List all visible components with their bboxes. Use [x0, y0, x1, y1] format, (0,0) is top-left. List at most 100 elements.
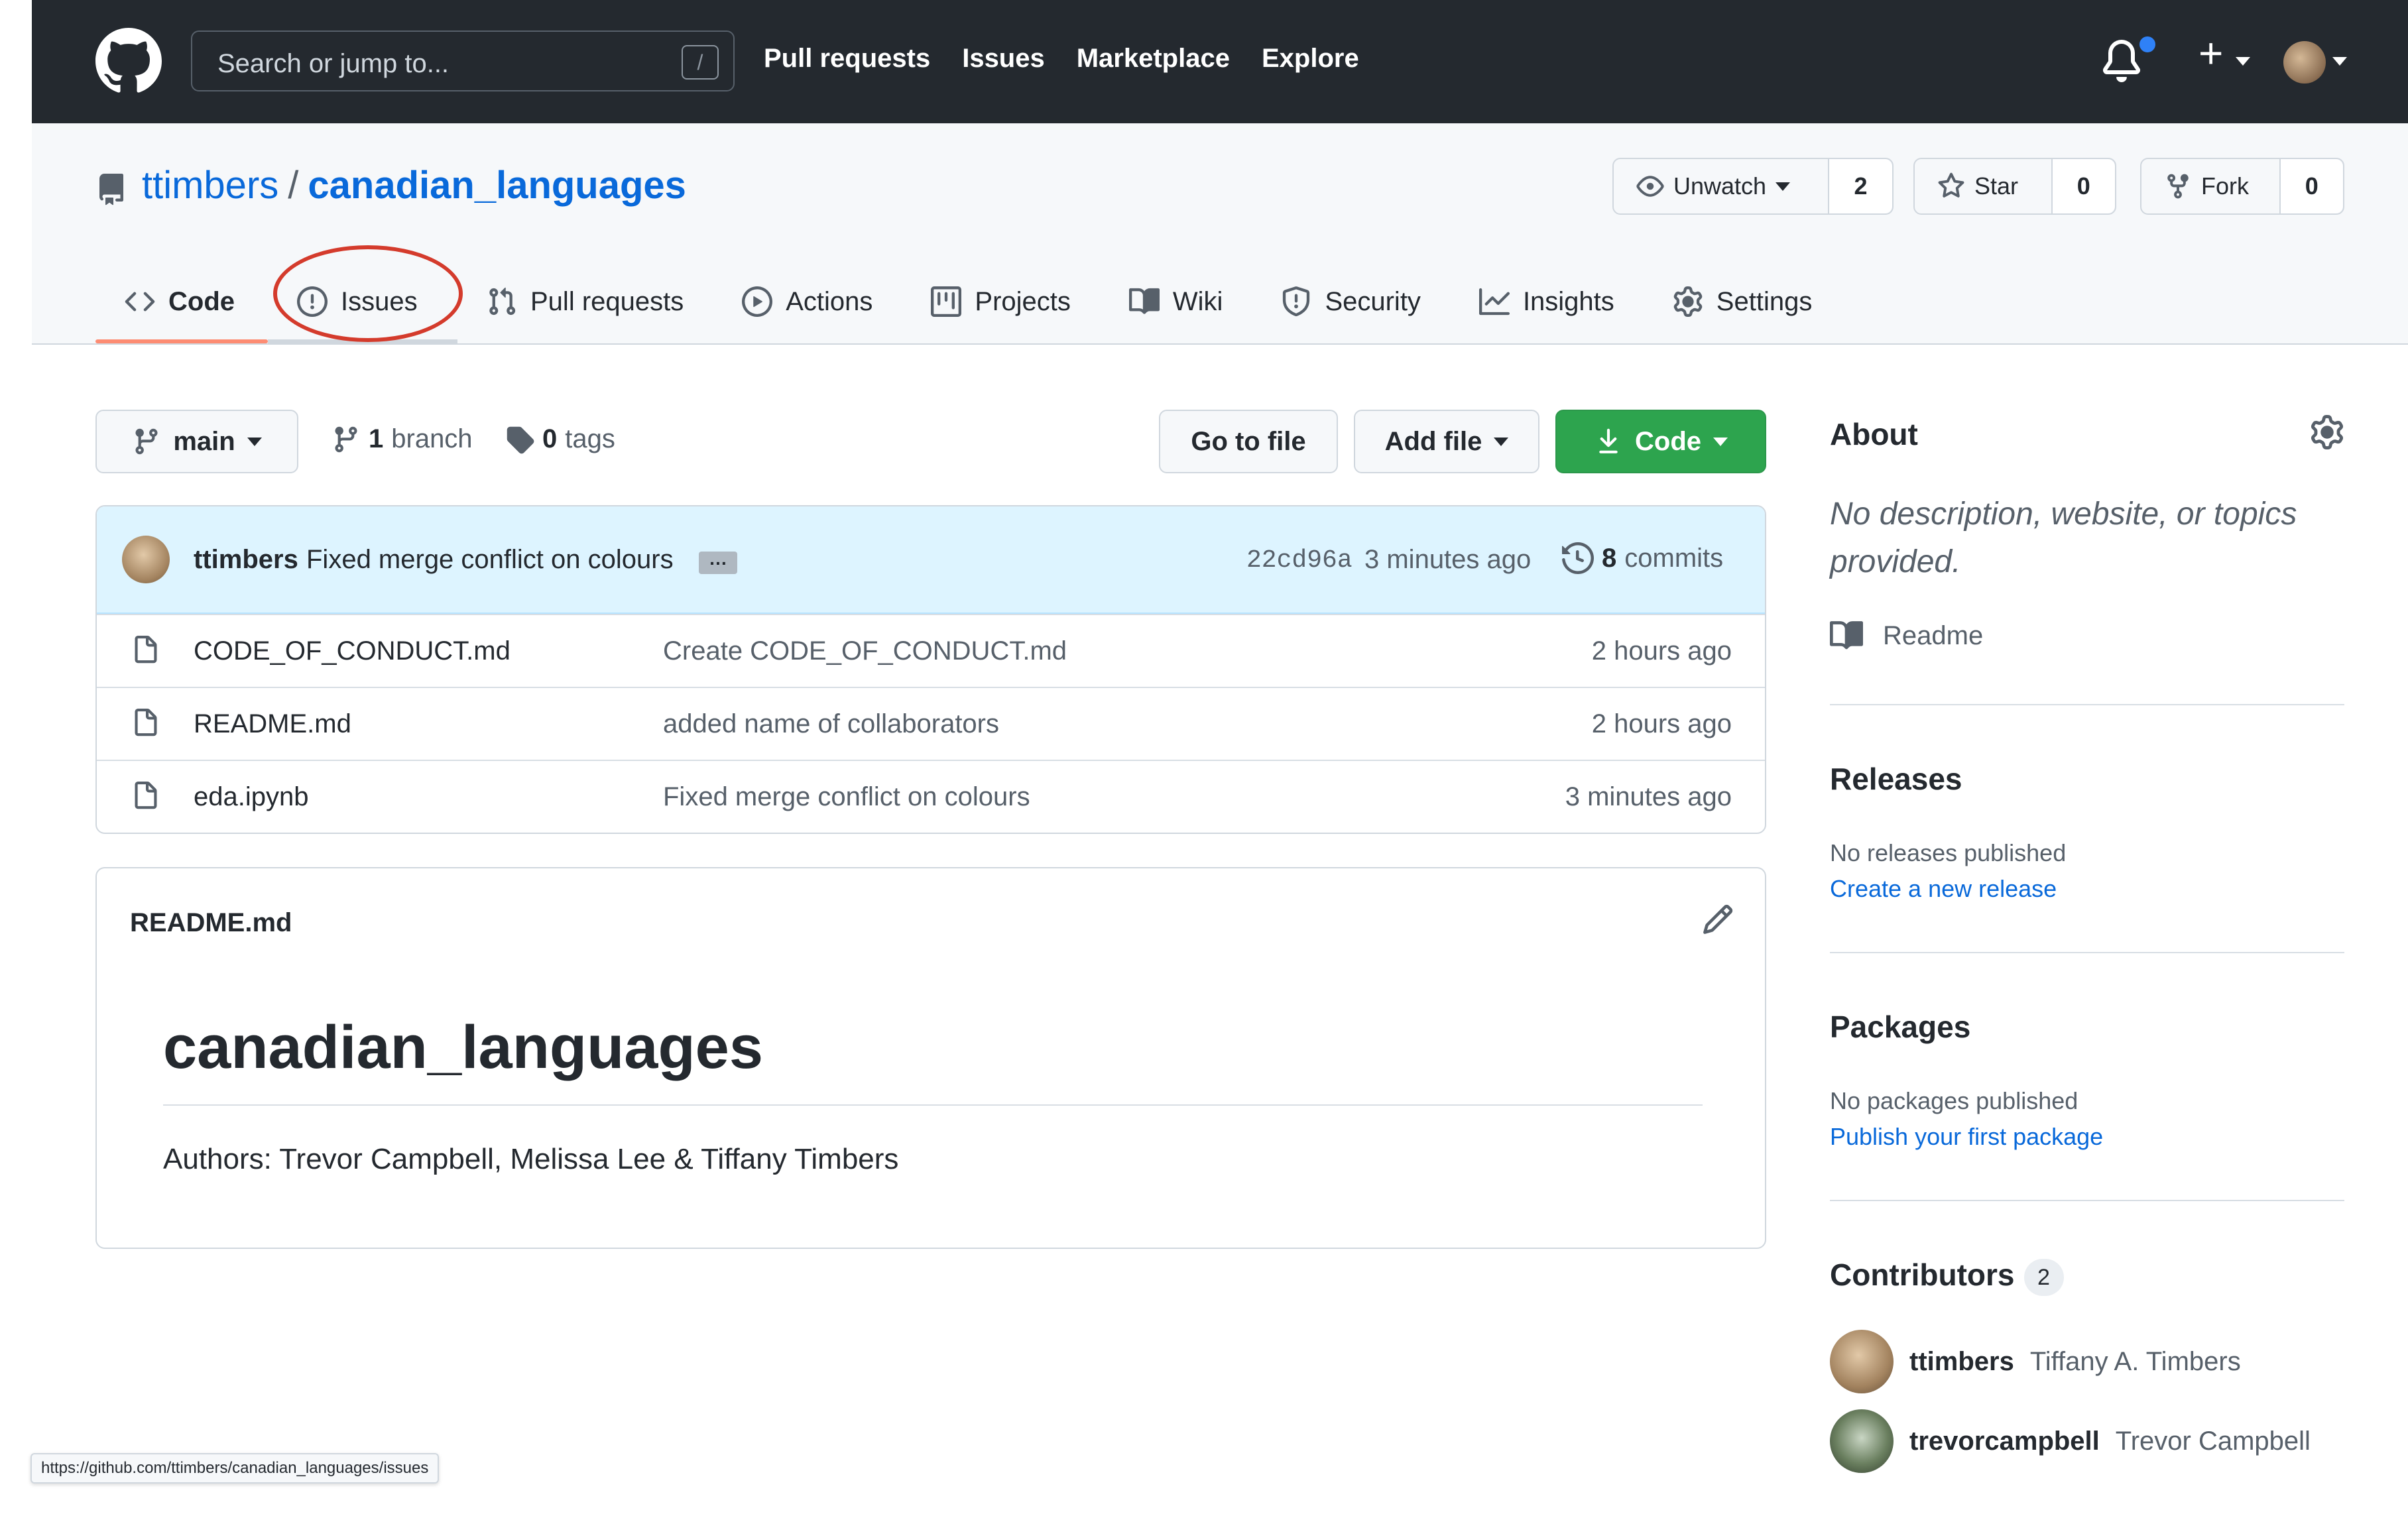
user-avatar[interactable]: [2283, 41, 2326, 84]
sidebar-divider: [1830, 1200, 2344, 1201]
fork-button-group: Fork 0: [2140, 158, 2344, 215]
branch-name: main: [173, 426, 235, 456]
branch-select-button[interactable]: main: [95, 410, 298, 473]
issue-opened-icon: [297, 286, 328, 317]
commit-time: 3 minutes ago: [1364, 545, 1532, 574]
top-nav-pull-requests[interactable]: Pull requests: [764, 44, 930, 74]
releases-text: No releases published: [1830, 839, 2067, 866]
shield-icon: [1283, 286, 1310, 317]
unwatch-button[interactable]: Unwatch: [1614, 159, 1830, 213]
git-branch-icon: [135, 428, 158, 455]
tab-wiki[interactable]: Wiki: [1100, 260, 1252, 343]
releases-heading[interactable]: Releases: [1830, 761, 1962, 797]
gear-icon: [1673, 286, 1703, 317]
add-file-label: Add file: [1384, 426, 1482, 456]
tab-insights[interactable]: Insights: [1450, 260, 1644, 343]
star-label: Star: [1974, 172, 2019, 200]
code-button-label: Code: [1635, 426, 1701, 456]
commit-hash[interactable]: 22cd96a: [1246, 546, 1353, 575]
left-margin: [0, 0, 32, 1522]
contributor-login[interactable]: ttimbers: [1909, 1347, 2014, 1377]
git-branch-icon: [335, 426, 357, 452]
top-nav-marketplace[interactable]: Marketplace: [1077, 44, 1230, 74]
star-count[interactable]: 0: [2052, 159, 2115, 213]
repo-name-link[interactable]: canadian_languages: [308, 164, 686, 207]
tag-word: tags: [565, 424, 615, 453]
file-row[interactable]: CODE_OF_CONDUCT.md Create CODE_OF_CONDUC…: [97, 614, 1765, 687]
watch-count[interactable]: 2: [1829, 159, 1892, 213]
search-placeholder: Search or jump to...: [217, 49, 450, 78]
branch-word: branch: [391, 424, 473, 453]
contributors-heading[interactable]: Contributors 2: [1830, 1257, 2064, 1296]
commit-message[interactable]: Fixed merge conflict on colours: [306, 545, 674, 575]
readme-link[interactable]: Readme: [1830, 619, 1983, 652]
repo-owner-link[interactable]: ttimbers: [142, 164, 278, 207]
chevron-down-icon[interactable]: [2332, 57, 2347, 66]
tab-issues[interactable]: Issues: [268, 260, 457, 343]
readme-title: canadian_languages: [163, 1014, 763, 1081]
repo-header: ttimbers / canadian_languages Unwatch 2 St…: [32, 123, 2408, 345]
page: Search or jump to... / Pull requests Iss…: [0, 0, 2408, 1522]
pencil-icon[interactable]: [1701, 903, 1734, 936]
publish-package-link[interactable]: Publish your first package: [1830, 1123, 2103, 1151]
commit-expand-button[interactable]: …: [699, 550, 737, 574]
unwatch-label: Unwatch: [1673, 172, 1767, 200]
tab-security[interactable]: Security: [1252, 260, 1450, 343]
file-row[interactable]: README.md added name of collaborators 2 …: [97, 687, 1765, 760]
contributors-count: 2: [2023, 1258, 2064, 1296]
file-commit-time: 2 hours ago: [1591, 709, 1732, 738]
tab-actions[interactable]: Actions: [713, 260, 902, 343]
contributor-item[interactable]: trevorcampbell Trevor Campbell: [1830, 1409, 2311, 1473]
fork-count[interactable]: 0: [2280, 159, 2343, 213]
code-download-button[interactable]: Code: [1555, 410, 1766, 473]
readme-filename[interactable]: README.md: [130, 908, 292, 938]
tab-code[interactable]: Code: [95, 260, 268, 343]
tab-projects-label: Projects: [975, 286, 1071, 316]
chevron-down-icon: [247, 437, 262, 446]
fork-button[interactable]: Fork: [2141, 159, 2281, 213]
tab-projects[interactable]: Projects: [902, 260, 1100, 343]
star-button[interactable]: Star: [1915, 159, 2053, 213]
branches-link[interactable]: 1 branch: [331, 424, 473, 454]
play-icon: [742, 286, 773, 317]
file-commit-message[interactable]: Fixed merge conflict on colours: [663, 782, 1030, 812]
file-name[interactable]: eda.ipynb: [194, 782, 308, 812]
packages-heading[interactable]: Packages: [1830, 1009, 1970, 1045]
tab-pull-requests[interactable]: Pull requests: [457, 260, 713, 343]
file-name[interactable]: CODE_OF_CONDUCT.md: [194, 636, 511, 666]
contributor-avatar[interactable]: [1830, 1330, 1894, 1393]
github-logo-icon[interactable]: [95, 28, 162, 94]
add-file-button[interactable]: Add file: [1354, 410, 1539, 473]
watch-button-group: Unwatch 2: [1612, 158, 1894, 215]
file-row[interactable]: eda.ipynb Fixed merge conflict on colour…: [97, 760, 1765, 833]
search-shortcut-key: /: [682, 45, 719, 80]
file-commit-time: 2 hours ago: [1591, 636, 1732, 666]
top-nav-explore[interactable]: Explore: [1262, 44, 1359, 74]
tag-count: 0: [542, 424, 558, 453]
top-nav-issues[interactable]: Issues: [962, 44, 1045, 74]
history-icon: [1562, 542, 1594, 574]
tab-settings[interactable]: Settings: [1644, 260, 1842, 343]
file-icon: [135, 782, 157, 809]
repo-tabs: Code Issues Pull requests Actions Projec…: [95, 260, 1841, 343]
commit-author[interactable]: ttimbers: [194, 545, 298, 575]
search-input[interactable]: Search or jump to... /: [191, 30, 735, 91]
contributor-avatar[interactable]: [1830, 1409, 1894, 1473]
commits-link[interactable]: 8 commits: [1562, 542, 1723, 574]
file-commit-message[interactable]: added name of collaborators: [663, 709, 999, 739]
create-release-link[interactable]: Create a new release: [1830, 875, 2057, 903]
go-to-file-button[interactable]: Go to file: [1159, 410, 1338, 473]
chevron-down-icon[interactable]: [2236, 57, 2250, 66]
gear-icon[interactable]: [2310, 415, 2344, 449]
book-icon: [1830, 621, 1863, 650]
file-name[interactable]: README.md: [194, 709, 351, 739]
contributor-item[interactable]: ttimbers Tiffany A. Timbers: [1830, 1330, 2241, 1393]
file-icon: [135, 709, 157, 736]
file-commit-message[interactable]: Create CODE_OF_CONDUCT.md: [663, 636, 1067, 666]
notification-bell-icon[interactable]: [2100, 40, 2143, 82]
contributor-login[interactable]: trevorcampbell: [1909, 1427, 2100, 1456]
commit-author-avatar[interactable]: [122, 536, 170, 583]
readme-divider: [163, 1104, 1703, 1106]
tags-link[interactable]: 0 tags: [505, 424, 615, 454]
plus-icon[interactable]: +: [2198, 32, 2223, 74]
